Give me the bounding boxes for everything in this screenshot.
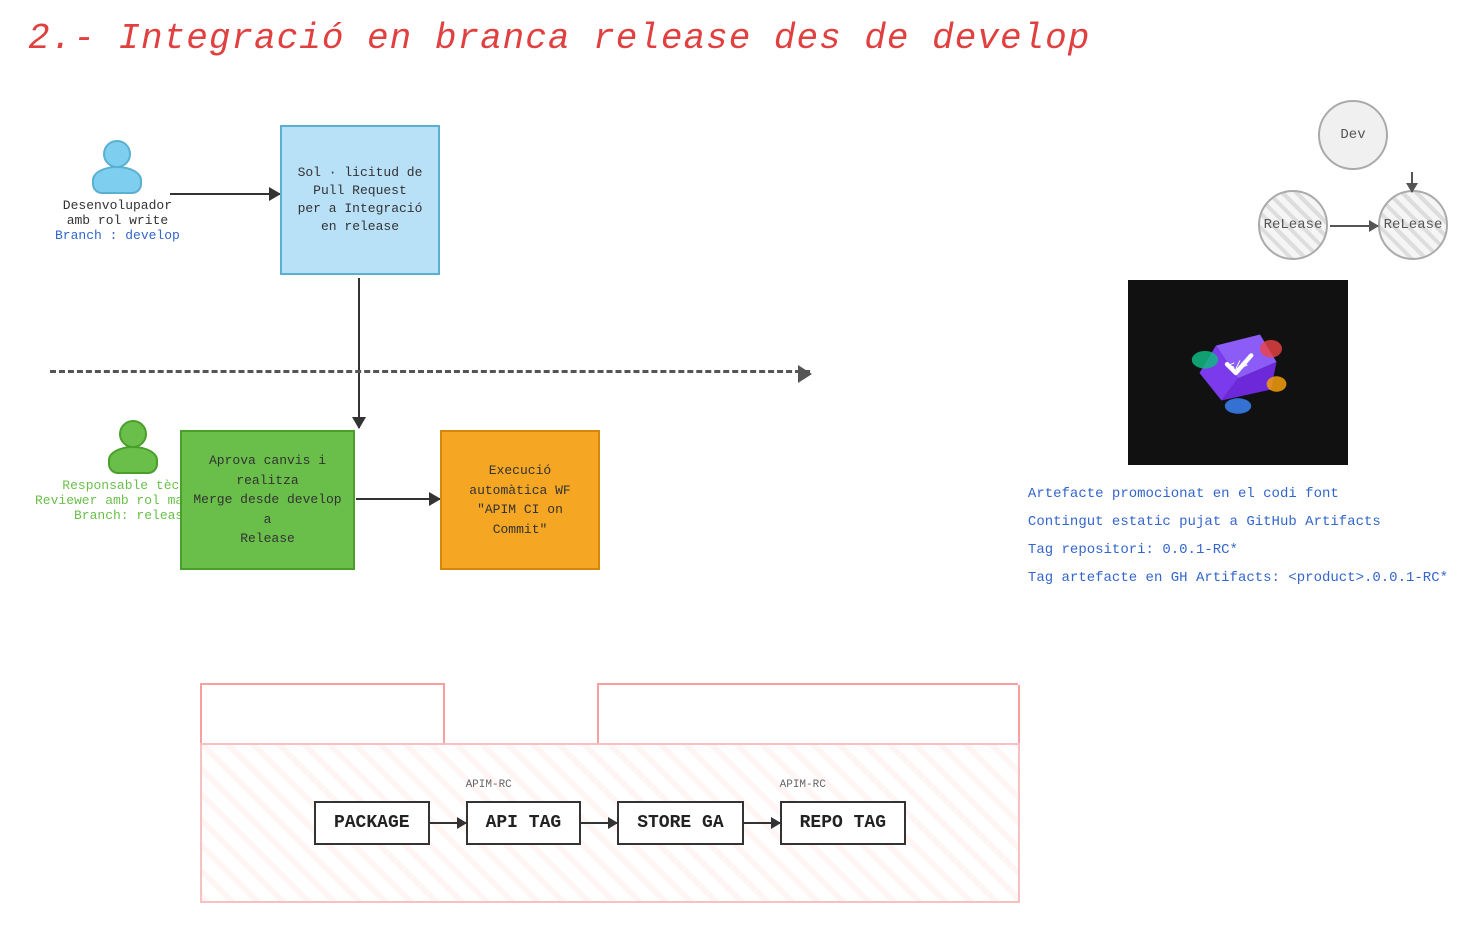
pullrequest-box: Sol · licitud dePull Requestper a Integr… [280, 125, 440, 275]
arrow-pr-to-merge [358, 278, 360, 428]
apim-label-left: APIM-RC [466, 779, 512, 791]
info-line1: Artefacte promocionat en el codi font [1028, 480, 1448, 508]
responsible-icon [106, 420, 160, 474]
info-line2: Contingut estatic pujat a GitHub Artifac… [1028, 508, 1448, 536]
apim-label-right: APIM-RC [780, 779, 826, 791]
info-section: Artefacte promocionat en el codi font Co… [1028, 480, 1448, 592]
pullrequest-text: Sol · licitud dePull Requestper a Integr… [298, 164, 423, 237]
page: 2.- Integració en branca release des de … [0, 0, 1478, 933]
git-branch-dev: Dev [1318, 100, 1388, 170]
developer-branch: Branch : develop [55, 228, 180, 243]
connector-horiz-right [598, 683, 1018, 685]
connector-right-vert [1018, 685, 1020, 743]
developer-icon [90, 140, 144, 194]
azure-devops-icon: </> [1183, 318, 1293, 428]
connector-horiz-left [200, 683, 444, 685]
workflow-steps-row: PACKAGE APIM-RC API TAG STORE GA APIM-RC [314, 801, 906, 845]
wf-arrow-3 [744, 822, 780, 824]
wf-arrow-1 [430, 822, 466, 824]
merge-text: Aprova canvis i realitzaMerge desde deve… [190, 451, 345, 549]
git-branch-release-right: ReLease [1378, 190, 1448, 260]
wf-step-storega: STORE GA [617, 801, 743, 845]
connector-left-vert [200, 685, 202, 743]
developer-section: Desenvolupador amb rol write Branch : de… [55, 140, 180, 243]
merge-box: Aprova canvis i realitzaMerge desde deve… [180, 430, 355, 570]
git-arrow-down [1411, 172, 1413, 192]
page-title: 2.- Integració en branca release des de … [28, 18, 1090, 59]
execution-text: Execucióautomàtica WF"APIM CI onCommit" [469, 461, 570, 539]
dashed-arrow [50, 370, 810, 373]
wf-arrow-2 [581, 822, 617, 824]
connector-left-exec [443, 683, 445, 743]
wf-step-repotag: REPO TAG [780, 801, 906, 845]
info-line4: Tag artefacte en GH Artifacts: <product>… [1028, 564, 1448, 592]
git-branch-release-left: ReLease [1258, 190, 1328, 260]
git-arrow-right [1330, 225, 1378, 227]
responsible-branch: Branch: release [74, 508, 191, 523]
developer-label: Desenvolupador [63, 198, 172, 213]
developer-role: amb rol write [67, 213, 168, 228]
azure-devops-box: </> [1128, 280, 1348, 465]
info-line3: Tag repositori: 0.0.1-RC* [1028, 536, 1448, 564]
connector-right-exec [597, 683, 599, 743]
arrow-dev-to-pr [170, 193, 280, 195]
wf-step-package: PACKAGE [314, 801, 430, 845]
svg-text:</>: </> [1228, 358, 1248, 371]
wf-step-apitag: API TAG [466, 801, 582, 845]
workflow-container: PACKAGE APIM-RC API TAG STORE GA APIM-RC [200, 743, 1020, 903]
arrow-merge-to-exec [356, 498, 440, 500]
execution-box: Execucióautomàtica WF"APIM CI onCommit" [440, 430, 600, 570]
